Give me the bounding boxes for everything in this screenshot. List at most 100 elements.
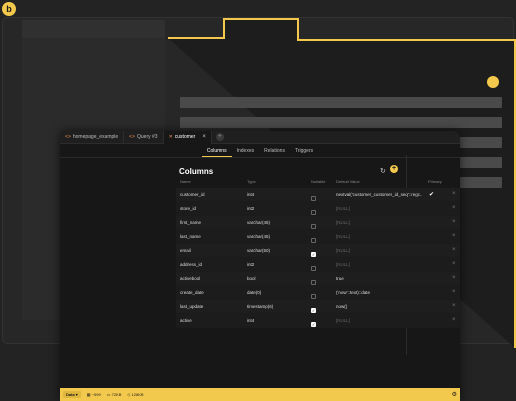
- page-title: Columns: [179, 167, 214, 176]
- tab-label: homepage_example: [72, 134, 119, 140]
- primary-key-icon[interactable]: ✔: [429, 191, 434, 198]
- status-dot: [487, 76, 499, 88]
- default-value[interactable]: now(): [336, 304, 422, 309]
- column-type[interactable]: date(0): [247, 290, 261, 295]
- row-count-value: ~599: [91, 392, 101, 397]
- delete-icon[interactable]: ×: [452, 247, 456, 253]
- app-logo: b: [2, 2, 16, 16]
- subtab-triggers[interactable]: Triggers: [290, 145, 318, 157]
- code-icon: <>: [65, 134, 71, 140]
- header-type: Type: [247, 179, 256, 184]
- delete-icon[interactable]: ×: [452, 261, 456, 267]
- column-name[interactable]: activebool: [180, 276, 200, 281]
- header-primary: Primary: [428, 179, 442, 184]
- column-type[interactable]: int2: [247, 262, 254, 267]
- delete-icon[interactable]: ×: [452, 191, 456, 197]
- column-name[interactable]: create_date: [180, 290, 204, 295]
- table-size-value: 72KB: [111, 392, 122, 397]
- subtab-indexes[interactable]: Indexes: [232, 145, 260, 157]
- default-value[interactable]: [NULL]: [336, 220, 422, 225]
- table-row[interactable]: address_id int2 [NULL] ×: [176, 258, 460, 272]
- column-name[interactable]: email: [180, 248, 191, 253]
- checkbox[interactable]: [311, 224, 316, 229]
- checkbox[interactable]: [311, 238, 316, 243]
- index-size: ◇ 128KB: [127, 392, 144, 397]
- default-value[interactable]: [NULL]: [336, 318, 422, 323]
- table-row[interactable]: active int4 ✓ [NULL] ×: [176, 314, 460, 328]
- default-value[interactable]: [NULL]: [336, 248, 422, 253]
- table-row[interactable]: create_date date(0) ('now'::text)::date ×: [176, 286, 460, 300]
- code-icon: <>: [129, 134, 135, 140]
- table-row[interactable]: last_update timestamp(6) ✓ now() ×: [176, 300, 460, 314]
- delete-icon[interactable]: ×: [452, 205, 456, 211]
- add-column-button[interactable]: +: [390, 165, 398, 173]
- divider: [60, 157, 460, 158]
- checkbox[interactable]: ✓: [311, 308, 316, 313]
- checkbox[interactable]: [311, 266, 316, 271]
- default-value[interactable]: [NULL]: [336, 234, 422, 239]
- column-type[interactable]: int4: [247, 318, 254, 323]
- table-row[interactable]: store_id int2 [NULL] ×: [176, 202, 460, 216]
- column-name[interactable]: first_name: [180, 220, 201, 225]
- column-type[interactable]: varchar(45): [247, 234, 270, 239]
- column-name[interactable]: customer_id: [180, 192, 205, 197]
- table-icon: ✕: [168, 134, 173, 140]
- index-size-value: 128KB: [131, 392, 144, 397]
- delete-icon[interactable]: ×: [452, 289, 456, 295]
- checkbox[interactable]: [311, 210, 316, 215]
- tab-query-3[interactable]: <> Query #3: [124, 131, 164, 144]
- column-type[interactable]: bool: [247, 276, 256, 281]
- checkbox[interactable]: [311, 280, 316, 285]
- table-row[interactable]: customer_id int4 nextval('customer_custome…: [176, 188, 460, 202]
- table-row[interactable]: activebool bool true ×: [176, 272, 460, 286]
- tab-customer[interactable]: ✕ customer ×: [163, 131, 212, 144]
- checkbox[interactable]: ✓: [311, 252, 316, 257]
- header-default: Default Value: [336, 179, 360, 184]
- column-type[interactable]: varchar(50): [247, 248, 270, 253]
- delete-icon[interactable]: ×: [452, 233, 456, 239]
- default-value[interactable]: ('now'::text)::date: [336, 290, 422, 295]
- checkbox[interactable]: [311, 294, 316, 299]
- table-row[interactable]: last_name varchar(45) [NULL] ×: [176, 230, 460, 244]
- refresh-icon[interactable]: ↻: [380, 167, 386, 175]
- column-type[interactable]: int2: [247, 206, 254, 211]
- column-name[interactable]: last_name: [180, 234, 201, 239]
- new-tab-button[interactable]: +: [215, 133, 224, 141]
- column-name[interactable]: last_update: [180, 304, 203, 309]
- tab-bar: <> homepage_example <> Query #3 ✕ custom…: [60, 131, 460, 144]
- close-icon[interactable]: ×: [202, 134, 206, 140]
- default-value[interactable]: true: [336, 276, 422, 281]
- mode-select[interactable]: Data ▾: [63, 391, 81, 398]
- header-name: Name: [180, 179, 191, 184]
- placeholder-bar: [180, 117, 502, 128]
- tab-label: customer: [174, 134, 196, 140]
- column-type[interactable]: int4: [247, 192, 254, 197]
- checkbox[interactable]: [311, 196, 316, 201]
- delete-icon[interactable]: ×: [452, 275, 456, 281]
- checkbox[interactable]: ✓: [311, 322, 316, 327]
- subtab-columns[interactable]: Columns: [201, 145, 232, 157]
- column-type[interactable]: timestamp(6): [247, 304, 273, 309]
- delete-icon[interactable]: ×: [452, 219, 456, 225]
- column-name[interactable]: address_id: [180, 262, 202, 267]
- tab-homepage-example[interactable]: <> homepage_example: [60, 131, 125, 144]
- column-name[interactable]: store_id: [180, 206, 196, 211]
- table-row[interactable]: email varchar(50) ✓ [NULL] ×: [176, 244, 460, 258]
- default-value[interactable]: [NULL]: [336, 262, 422, 267]
- row-count: ▦ ~599: [86, 392, 101, 397]
- default-value[interactable]: [NULL]: [336, 206, 422, 211]
- mode-label: Data: [66, 392, 75, 397]
- column-name[interactable]: active: [180, 318, 192, 323]
- header-nullable: Nullable: [311, 179, 326, 184]
- default-value[interactable]: nextval('customer_customer_id_seq'::regc…: [336, 192, 422, 197]
- status-bar: Data ▾ ▦ ~599 ▭ 72KB ◇ 128KB ⚙: [60, 388, 460, 401]
- gear-icon[interactable]: ⚙: [452, 391, 457, 398]
- delete-icon[interactable]: ×: [452, 317, 456, 323]
- tab-label: Query #3: [137, 134, 158, 140]
- table-row[interactable]: first_name varchar(45) [NULL] ×: [176, 216, 460, 230]
- background-sidebar-header: [22, 20, 165, 38]
- column-type[interactable]: varchar(45): [247, 220, 270, 225]
- table-header: Name Type Nullable Default Value Primary: [176, 179, 460, 187]
- subtab-relations[interactable]: Relations: [259, 145, 290, 157]
- delete-icon[interactable]: ×: [452, 303, 456, 309]
